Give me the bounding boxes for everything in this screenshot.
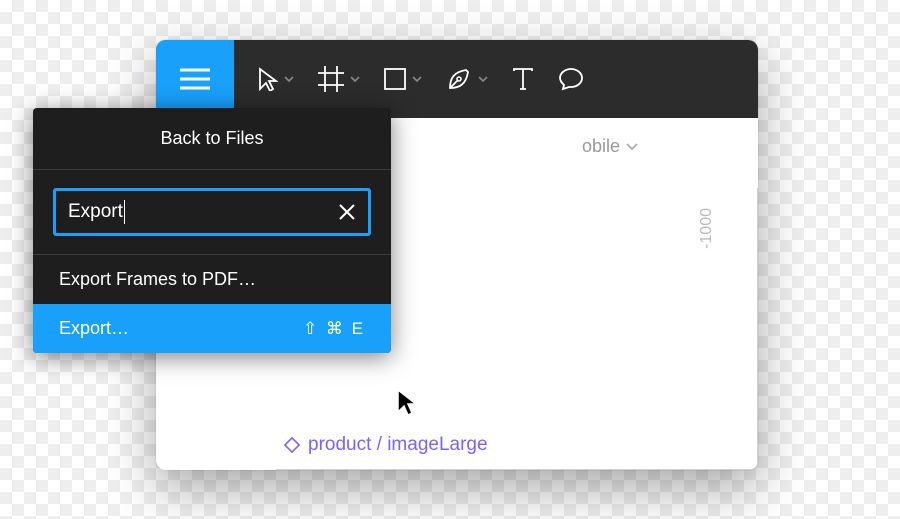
main-toolbar (156, 40, 758, 118)
chevron-down-icon (626, 143, 638, 151)
search-value-text: Export (68, 201, 123, 223)
menu-item-label: Export Frames to PDF… (59, 269, 365, 290)
main-menu-button[interactable] (156, 40, 234, 118)
component-label[interactable]: product / imageLarge (284, 434, 488, 456)
chevron-down-icon (284, 76, 294, 82)
page-breadcrumb[interactable]: obile (582, 136, 638, 157)
shape-tool[interactable] (372, 40, 434, 118)
component-label-text: product / imageLarge (308, 434, 488, 456)
hamburger-icon (180, 68, 210, 90)
chevron-down-icon (350, 76, 360, 82)
ruler-horizontal-line (276, 469, 758, 470)
frame-icon (318, 66, 344, 92)
tool-group (234, 40, 596, 118)
text-cursor (124, 200, 125, 224)
menu-item-label: Export… (59, 318, 303, 339)
move-tool[interactable] (246, 40, 306, 118)
diamond-icon (284, 437, 300, 453)
menu-item-export-pdf[interactable]: Export Frames to PDF… (33, 255, 391, 304)
chevron-down-icon (412, 76, 422, 82)
back-to-files-label: Back to Files (160, 128, 263, 148)
rectangle-icon (384, 68, 406, 90)
text-tool[interactable] (500, 40, 546, 118)
comment-tool[interactable] (546, 40, 596, 118)
breadcrumb-text: obile (582, 136, 620, 157)
text-icon (512, 67, 534, 91)
chevron-down-icon (478, 76, 488, 82)
clear-search-icon[interactable] (338, 203, 356, 221)
back-to-files-item[interactable]: Back to Files (33, 108, 391, 170)
menu-item-shortcut: ⇧ ⌘ E (303, 319, 365, 339)
pen-tool[interactable] (434, 40, 500, 118)
frame-tool[interactable] (306, 40, 372, 118)
comment-icon (558, 66, 584, 92)
menu-results: Export Frames to PDF… Export… ⇧ ⌘ E (33, 255, 391, 353)
ruler-vertical-line (757, 188, 758, 468)
cursor-arrow-icon (258, 67, 278, 91)
menu-item-export[interactable]: Export… ⇧ ⌘ E (33, 304, 391, 353)
ruler-vertical-label: -1000 (698, 208, 716, 249)
menu-search-container: Export (33, 170, 391, 255)
main-menu-dropdown: Back to Files Export Export Frames to PD… (33, 108, 391, 353)
pen-icon (446, 66, 472, 92)
menu-search-input[interactable]: Export (53, 188, 371, 236)
